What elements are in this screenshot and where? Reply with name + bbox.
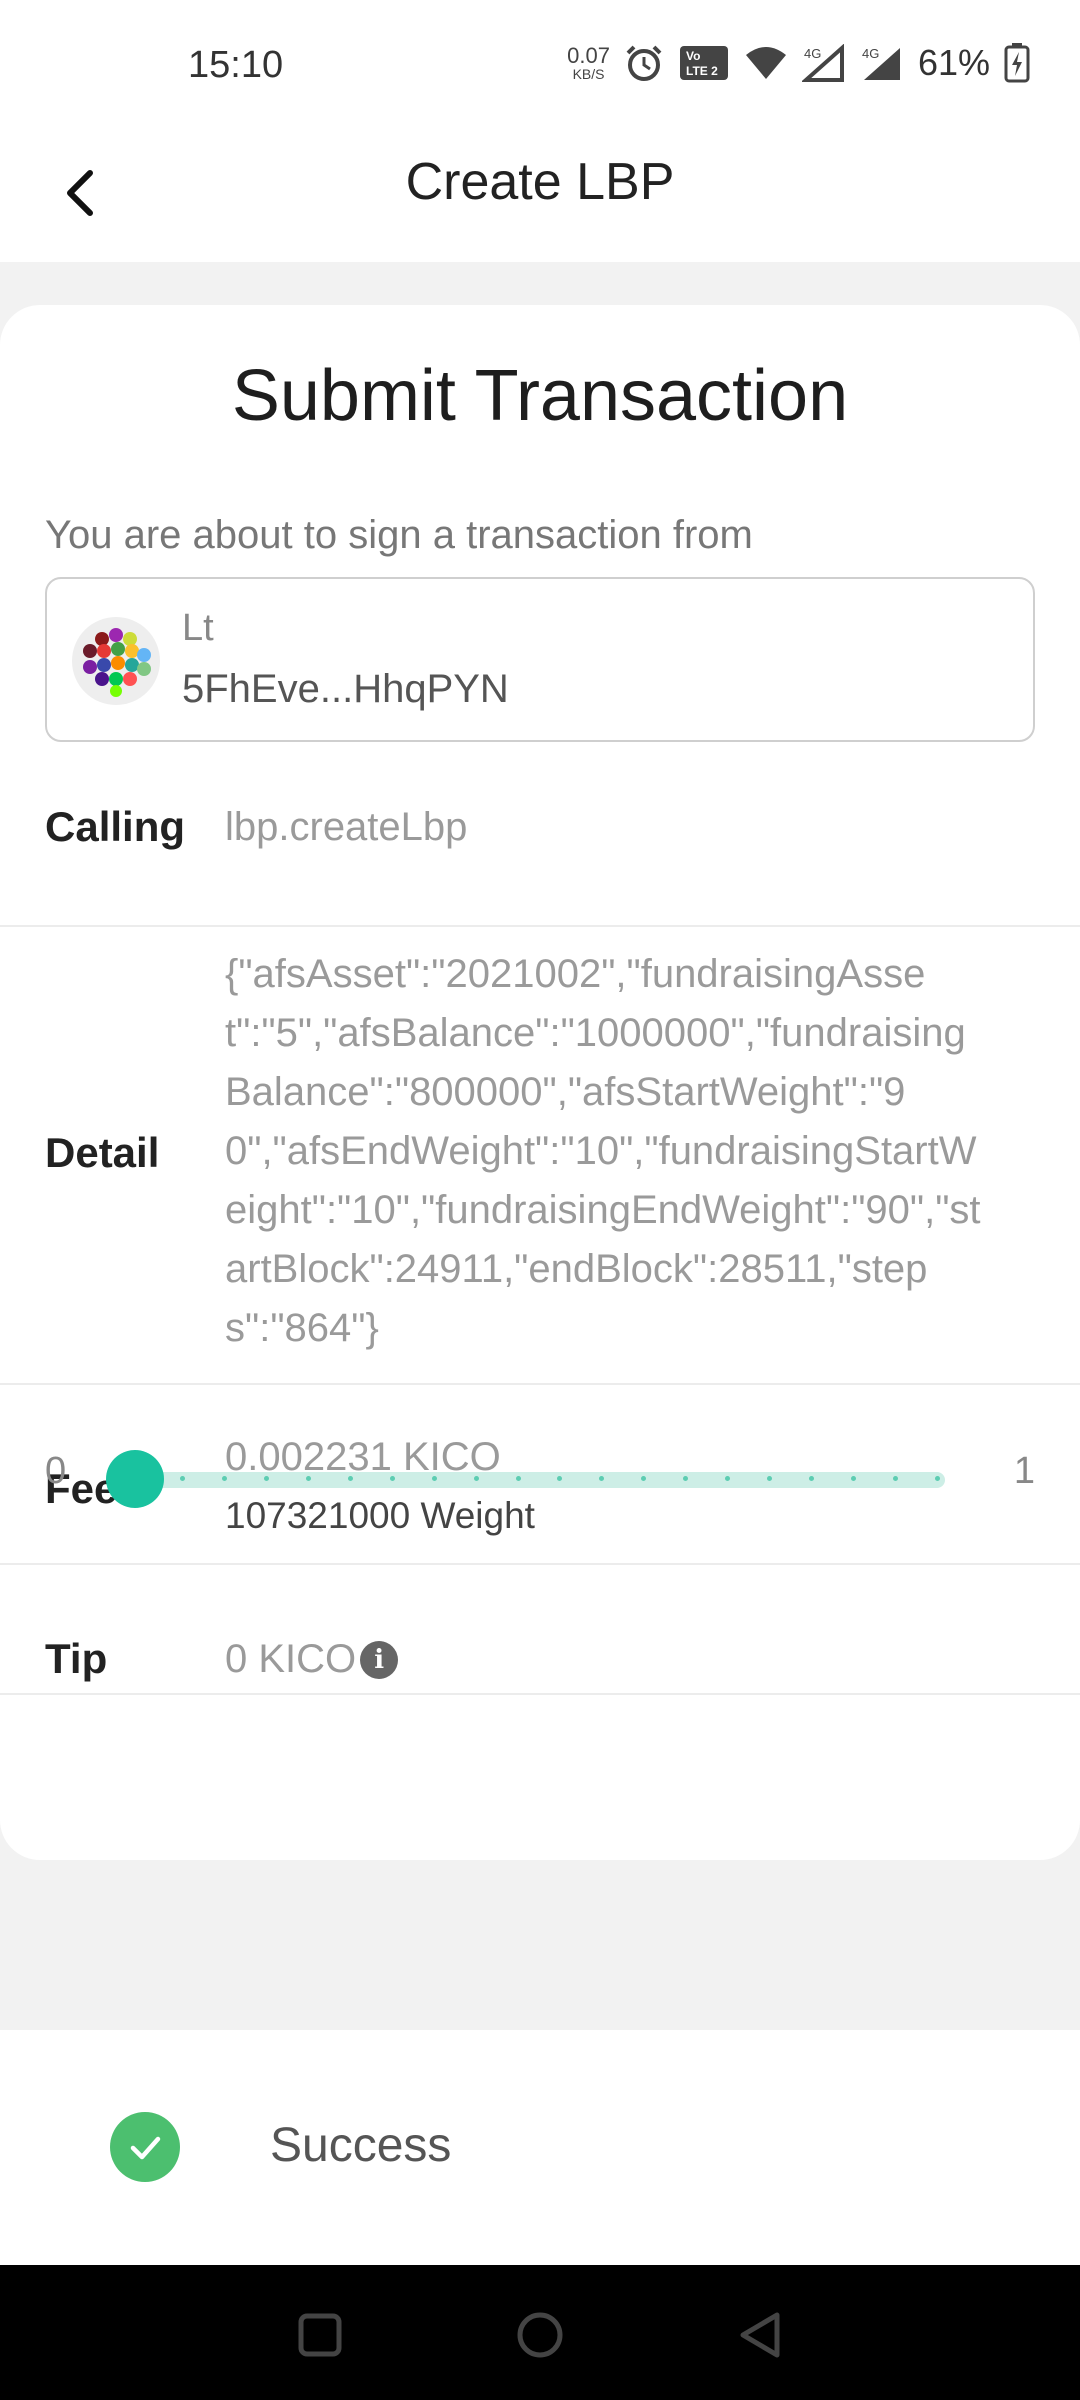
info-icon[interactable]: i xyxy=(360,1641,399,1679)
divider xyxy=(0,1693,1080,1695)
network-speed: 0.07 KB/S xyxy=(567,43,610,82)
recents-button[interactable] xyxy=(285,2305,355,2365)
battery-charging-icon xyxy=(1004,43,1030,83)
tip-label: Tip xyxy=(45,1635,108,1682)
slider-max-label: 1 xyxy=(1013,1450,1035,1492)
calling-label: Calling xyxy=(45,803,186,850)
page-title: Create LBP xyxy=(405,153,675,211)
tip-slider-ticks xyxy=(180,1476,940,1484)
tip-row: 0 KICO i xyxy=(225,1637,399,1682)
signal-4g-icon: 4G xyxy=(860,44,904,82)
sign-note: You are about to sign a transaction from xyxy=(45,513,753,557)
app-header: Create LBP xyxy=(0,130,1080,262)
svg-text:Vo: Vo xyxy=(686,49,700,63)
network-speed-unit: KB/S xyxy=(572,66,605,82)
tip-value: 0 KICO xyxy=(225,1637,357,1681)
account-address: 5FhEve...HhqPYN xyxy=(182,667,509,711)
account-avatar-icon xyxy=(72,617,160,705)
svg-text:LTE 2: LTE 2 xyxy=(686,64,718,78)
status-icons: 0.07 KB/S Vo LTE 2 4G 4G 61% xyxy=(567,42,1030,84)
sheet-title: Submit Transaction xyxy=(231,356,849,436)
network-speed-value: 0.07 xyxy=(567,43,610,68)
wifi-icon xyxy=(744,45,788,81)
signal-4g-icon: 4G xyxy=(801,44,846,82)
status-time: 15:10 xyxy=(188,44,284,86)
recents-square-icon xyxy=(298,2313,342,2357)
system-nav-bar xyxy=(0,2265,1080,2400)
alarm-icon xyxy=(624,43,664,83)
fees-weight: 107321000 Weight xyxy=(225,1495,535,1536)
tip-slider-thumb[interactable] xyxy=(106,1450,164,1508)
slider-min-label: 0 xyxy=(45,1450,67,1492)
divider xyxy=(0,1563,1080,1565)
account-selector[interactable]: Lt 5FhEve...HhqPYN xyxy=(45,577,1035,742)
battery-percent: 61% xyxy=(917,42,990,83)
calling-value: lbp.createLbp xyxy=(225,805,468,849)
account-name: Lt xyxy=(182,607,214,649)
home-button[interactable] xyxy=(505,2305,575,2365)
divider xyxy=(0,1383,1080,1385)
svg-text:4G: 4G xyxy=(862,46,879,61)
back-triangle-icon xyxy=(740,2312,780,2358)
status-bar: 15:10 0.07 KB/S Vo LTE 2 4G 4G 61% xyxy=(0,0,1080,130)
success-toast: Success xyxy=(0,2030,1080,2265)
detail-value: {"afsAsset":"2021002","fundraisingAsset"… xyxy=(225,952,981,1350)
submit-transaction-sheet: Submit Transaction You are about to sign… xyxy=(0,305,1080,1860)
svg-text:4G: 4G xyxy=(804,46,821,61)
back-nav-button[interactable] xyxy=(725,2305,795,2365)
check-circle-icon xyxy=(110,2112,180,2182)
detail-label: Detail xyxy=(45,1129,160,1176)
home-circle-icon xyxy=(517,2312,563,2358)
volte-icon: Vo LTE 2 xyxy=(678,44,730,82)
toast-message: Success xyxy=(270,2119,452,2172)
divider xyxy=(0,925,1080,927)
